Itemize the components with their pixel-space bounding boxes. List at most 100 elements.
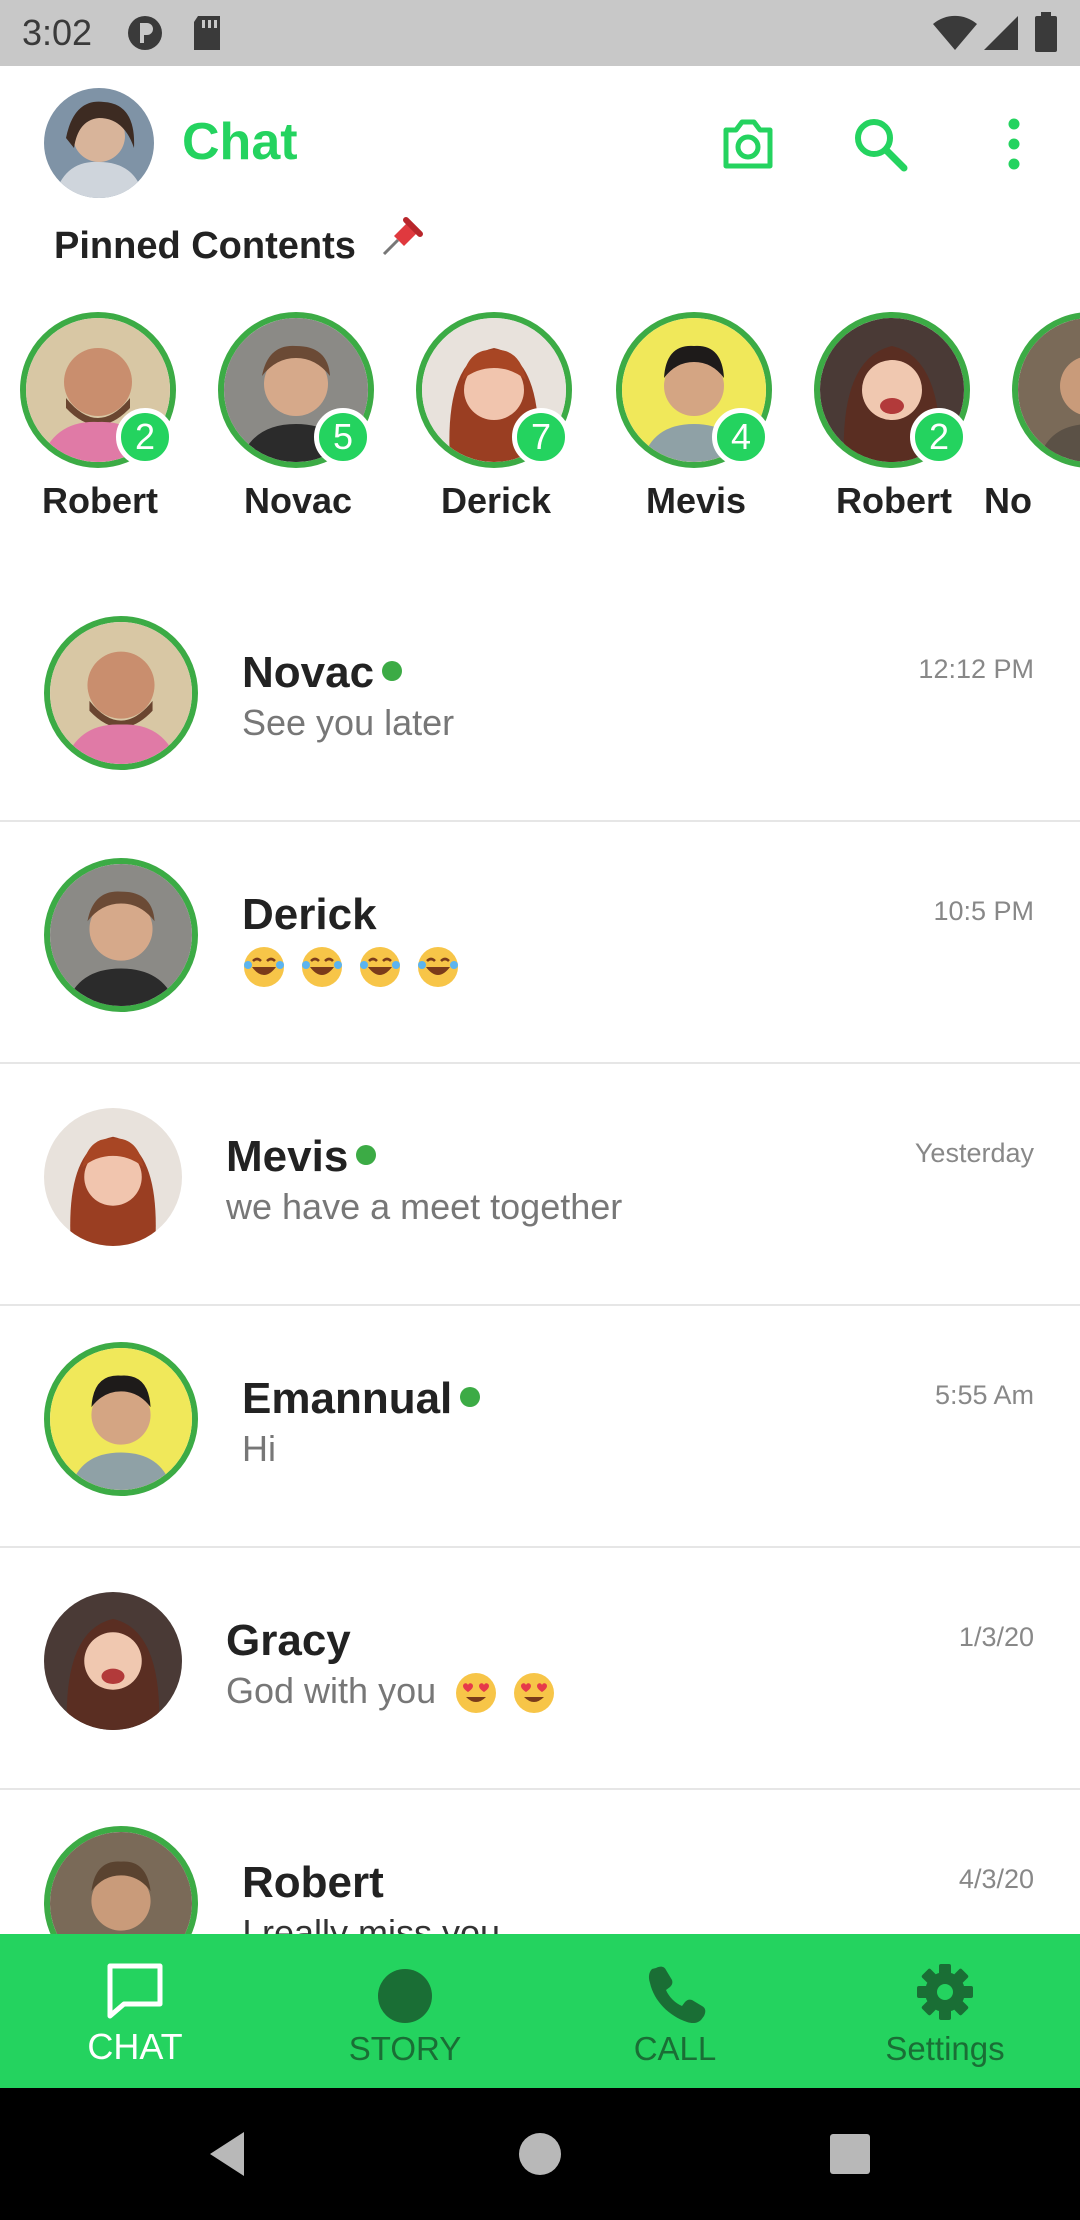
laughing-tears-emoji-icon	[418, 947, 459, 988]
contact-name: Emannual	[242, 1374, 453, 1423]
chat-list-item[interactable]: Robert I really miss you 4/3/20	[0, 1790, 1080, 1934]
contact-avatar	[44, 1592, 182, 1730]
contact-name-row: Mevis	[226, 1132, 377, 1182]
contact-name: Gracy	[226, 1616, 351, 1665]
last-message: God with you	[226, 1670, 437, 1711]
system-navigation-bar	[0, 2088, 1080, 2220]
unread-count-badge: 7	[512, 408, 570, 466]
nav-tab-label: CHAT	[87, 2026, 183, 2067]
nav-tab-call[interactable]: CALL	[540, 1934, 810, 2088]
contact-name: Robert	[242, 1858, 384, 1907]
chat-list-item[interactable]: Gracy God with you 1/3/20	[0, 1548, 1080, 1790]
wifi-icon	[933, 15, 977, 50]
pinned-contents-label: Pinned Contents	[54, 225, 356, 267]
nav-tab-story[interactable]: STORY	[270, 1934, 540, 2088]
pinned-contact-name: Mevis	[645, 480, 747, 521]
pinned-contact[interactable]: 7 Derick	[416, 312, 576, 532]
contact-name-row: Robert	[242, 1858, 384, 1908]
contact-name: Mevis	[226, 1132, 349, 1181]
pinned-contact-name: No	[984, 480, 1032, 521]
online-indicator	[460, 1387, 481, 1408]
chat-list: Novac See you later 12:12 PM Derick 10:5…	[0, 580, 1080, 1934]
pushpin-icon	[383, 217, 424, 256]
nav-tab-chat[interactable]: CHAT	[0, 1934, 270, 2088]
last-message: Hi	[242, 1428, 276, 1469]
last-message-row: God with you	[226, 1670, 560, 1715]
last-message: See you later	[242, 702, 455, 743]
pinned-contact-name: Novac	[243, 480, 353, 521]
pinned-contact[interactable]: 5 Novac	[218, 312, 378, 532]
battery-icon	[1035, 12, 1057, 52]
laughing-tears-emoji-icon	[302, 947, 343, 988]
nav-tab-settings[interactable]: Settings	[810, 1934, 1080, 2088]
message-time: Yesterday	[914, 1138, 1034, 1168]
pinned-avatar	[1012, 312, 1080, 468]
bottom-navigation: CHAT STORY CALL Settings	[0, 1934, 1080, 2088]
message-time: 5:55 Am	[934, 1380, 1034, 1410]
home-icon[interactable]	[514, 2128, 566, 2180]
app-header: Chat	[0, 66, 1080, 216]
pinned-contents-heading: Pinned Contents	[54, 216, 424, 268]
chat-bubble-icon	[107, 1963, 163, 2019]
search-icon[interactable]	[848, 112, 912, 176]
contact-name-row: Derick	[242, 890, 377, 940]
nav-tab-label: STORY	[348, 2030, 462, 2067]
heart-eyes-emoji-icon	[514, 1673, 555, 1714]
last-message: I really miss you	[242, 1912, 501, 1934]
chat-list-item[interactable]: Derick 10:5 PM	[0, 822, 1080, 1064]
story-circle-icon	[378, 1969, 432, 2023]
notification-app-icon	[128, 16, 162, 50]
pinned-contact[interactable]: No	[984, 312, 1080, 532]
last-message-emojis	[242, 944, 464, 989]
gear-icon	[917, 1964, 973, 2020]
phone-icon	[648, 1966, 706, 2024]
message-time: 12:12 PM	[918, 654, 1034, 684]
contact-name: Novac	[242, 648, 375, 697]
online-indicator	[356, 1145, 377, 1166]
contact-name-row: Gracy	[226, 1616, 351, 1666]
pinned-contact-name: Robert	[42, 480, 158, 521]
message-time: 1/3/20	[958, 1622, 1034, 1652]
pinned-contacts-row: 2 Robert 5 Novac 7 Derick 4 Mevis 2 Robe…	[0, 312, 1080, 532]
chat-screen: 3:02 Chat Pinned Contents 2 Robert 5 Nov…	[0, 0, 1080, 2220]
chat-list-item[interactable]: Emannual Hi 5:55 Am	[0, 1306, 1080, 1548]
contact-name-row: Novac	[242, 648, 403, 698]
contact-name: Derick	[242, 890, 377, 939]
heart-eyes-emoji-icon	[456, 1673, 497, 1714]
pinned-contact[interactable]: 2 Robert	[814, 312, 974, 532]
unread-count-badge: 2	[116, 408, 174, 466]
message-time: 4/3/20	[958, 1864, 1034, 1894]
last-message: we have a meet together	[226, 1186, 623, 1227]
status-time: 3:02	[22, 12, 93, 53]
contact-avatar	[44, 1826, 198, 1934]
laughing-tears-emoji-icon	[244, 947, 284, 988]
unread-count-badge: 5	[314, 408, 372, 466]
nav-tab-label: CALL	[633, 2030, 717, 2067]
recents-icon[interactable]	[824, 2128, 876, 2180]
online-indicator	[382, 661, 403, 682]
sd-card-icon	[194, 16, 220, 50]
message-time: 10:5 PM	[933, 896, 1034, 926]
back-icon[interactable]	[204, 2128, 256, 2180]
chat-list-item[interactable]: Novac See you later 12:12 PM	[0, 580, 1080, 822]
profile-avatar[interactable]	[44, 88, 154, 198]
unread-count-badge: 4	[712, 408, 770, 466]
contact-avatar	[44, 1342, 198, 1496]
chat-list-item[interactable]: Mevis we have a meet together Yesterday	[0, 1064, 1080, 1306]
contact-name-row: Emannual	[242, 1374, 481, 1424]
nav-tab-label: Settings	[885, 2030, 1005, 2067]
contact-avatar	[44, 1108, 182, 1246]
more-options-icon[interactable]	[982, 112, 1046, 176]
page-title: Chat	[182, 113, 298, 171]
signal-icon	[984, 16, 1018, 50]
status-bar: 3:02	[0, 0, 1080, 66]
pinned-contact-name: Derick	[440, 480, 552, 521]
pinned-contact[interactable]: 2 Robert	[20, 312, 180, 532]
unread-count-badge: 2	[910, 408, 968, 466]
camera-icon[interactable]	[716, 112, 780, 176]
pinned-contact[interactable]: 4 Mevis	[616, 312, 776, 532]
contact-avatar	[44, 858, 198, 1012]
contact-avatar	[44, 616, 198, 770]
laughing-tears-emoji-icon	[360, 947, 401, 988]
pinned-contact-name: Robert	[836, 480, 952, 521]
